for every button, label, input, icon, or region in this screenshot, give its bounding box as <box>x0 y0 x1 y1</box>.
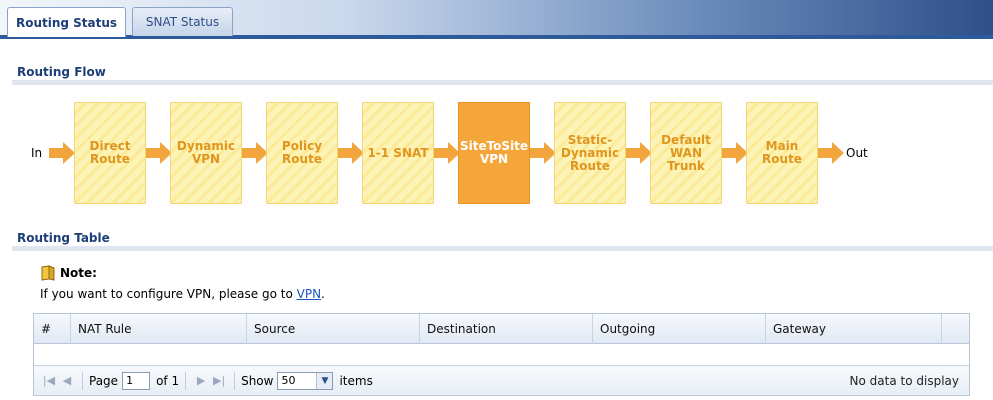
items-label: items <box>339 373 373 388</box>
pagination-toolbar: |◀ ◀ Page 1 of 1 ▶ ▶| Show 50 ▼ items No… <box>34 365 969 395</box>
flow-step-sitetosite-vpn[interactable]: SiteToSite VPN <box>458 102 530 204</box>
note-title: Note: <box>60 266 97 280</box>
page-size-value: 50 <box>281 374 296 387</box>
pager-separator <box>82 371 83 390</box>
chevron-down-icon[interactable]: ▼ <box>316 372 333 389</box>
column-header-destination[interactable]: Destination <box>420 314 593 344</box>
flow-out-label: Out <box>846 146 868 160</box>
note-message: If you want to configure VPN, please go … <box>40 287 297 301</box>
note-text: If you want to configure VPN, please go … <box>40 287 325 301</box>
flow-arrow-icon <box>338 142 364 164</box>
flow-step-dynamic-vpn[interactable]: Dynamic VPN <box>170 102 242 204</box>
flow-arrow-icon <box>626 142 652 164</box>
flow-arrow-icon <box>242 142 268 164</box>
pager-separator <box>185 371 187 390</box>
flow-arrow-icon <box>722 142 748 164</box>
routing-flow-diagram: In Direct Route Dynamic VPN Policy Route… <box>0 100 993 205</box>
column-header-source[interactable]: Source <box>247 314 420 344</box>
flow-step-1-1-snat[interactable]: 1-1 SNAT <box>362 102 434 204</box>
routing-flow-divider <box>12 80 993 85</box>
routing-table-title: Routing Table <box>17 231 110 245</box>
page-number-input[interactable]: 1 <box>122 371 151 390</box>
column-header-gateway[interactable]: Gateway <box>766 314 942 344</box>
flow-arrow-icon <box>434 142 460 164</box>
show-label: Show <box>241 373 274 388</box>
next-page-icon[interactable]: ▶ <box>192 372 210 390</box>
routing-table-divider <box>12 246 993 251</box>
page-count-label: of 1 <box>156 373 180 388</box>
note-icon <box>41 265 55 281</box>
table-header: # NAT Rule Source Destination Outgoing G… <box>34 314 969 344</box>
flow-step-policy-route[interactable]: Policy Route <box>266 102 338 204</box>
previous-page-icon[interactable]: ◀ <box>58 372 76 390</box>
column-header-number[interactable]: # <box>34 314 71 344</box>
flow-in-label: In <box>31 146 43 160</box>
page-size-select[interactable]: 50 ▼ <box>277 371 334 390</box>
flow-step-default-wan-trunk[interactable]: Default WAN Trunk <box>650 102 722 204</box>
note-end: . <box>321 287 325 301</box>
column-header-outgoing[interactable]: Outgoing <box>593 314 766 344</box>
column-header-nat-rule[interactable]: NAT Rule <box>71 314 247 344</box>
flow-step-static-dynamic-route[interactable]: Static-Dynamic Route <box>554 102 626 204</box>
flow-arrow-icon <box>49 142 75 164</box>
routing-flow-title: Routing Flow <box>17 65 106 79</box>
flow-step-main-route[interactable]: Main Route <box>746 102 818 204</box>
flow-arrow-icon <box>530 142 556 164</box>
routing-table-grid: # NAT Rule Source Destination Outgoing G… <box>33 313 970 396</box>
flow-step-direct-route[interactable]: Direct Route <box>74 102 146 204</box>
tab-routing-status[interactable]: Routing Status <box>7 7 126 37</box>
flow-arrow-icon <box>146 142 172 164</box>
page-label: Page <box>89 373 119 388</box>
pager-separator <box>234 371 236 390</box>
first-page-icon[interactable]: |◀ <box>40 372 58 390</box>
tab-snat-status[interactable]: SNAT Status <box>132 7 233 36</box>
empty-state-text: No data to display <box>849 373 959 388</box>
flow-arrow-icon <box>818 142 844 164</box>
last-page-icon[interactable]: ▶| <box>210 372 228 390</box>
vpn-link[interactable]: VPN <box>297 287 321 301</box>
